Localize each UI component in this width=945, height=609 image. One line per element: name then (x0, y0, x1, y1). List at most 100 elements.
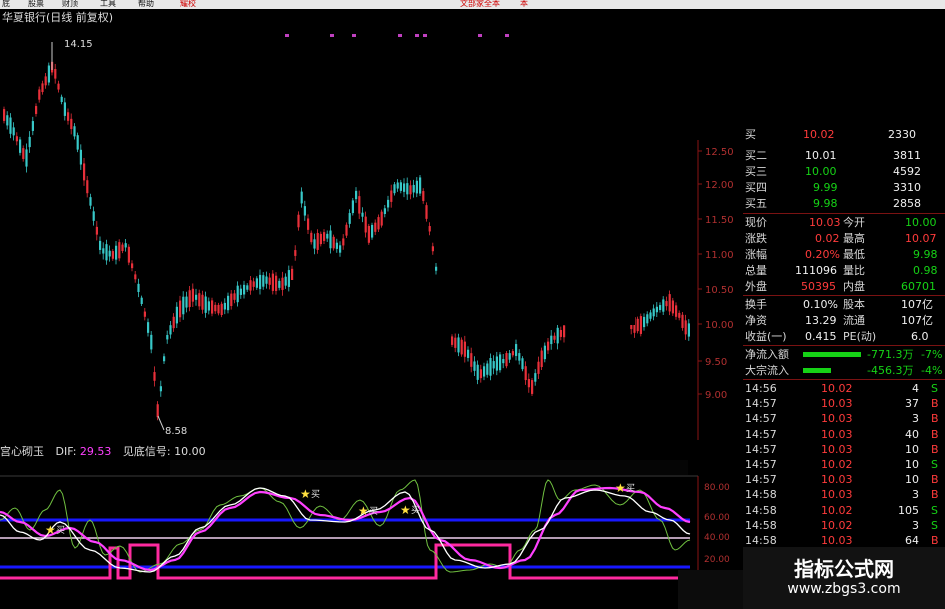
candle-body (169, 325, 172, 335)
candle-body (665, 301, 668, 307)
candle-body (9, 117, 12, 134)
candle-body (671, 300, 674, 314)
candle-body (361, 212, 364, 217)
tick-vol: 3 (912, 412, 919, 426)
separator (743, 213, 945, 214)
candle-body (47, 65, 50, 83)
menu-item-4[interactable]: 帮助 (138, 0, 154, 8)
tick-side: B (931, 412, 939, 426)
menu-right-text[interactable]: 文部家全本 (460, 0, 500, 8)
candle-body (431, 246, 434, 252)
candle-body (166, 335, 169, 340)
tick-price: 10.03 (821, 442, 853, 456)
tick-row[interactable]: 14:57 10.03 37 B (743, 396, 945, 411)
bid-row-4[interactable]: 买四 9.99 3310 (743, 180, 945, 195)
candle-body (348, 213, 351, 224)
buy-marker-label: 买 (311, 489, 320, 500)
tick-row[interactable]: 14:57 10.03 3 B (743, 411, 945, 426)
candle-body (396, 182, 399, 189)
price-tick-label: 10.00 (705, 320, 734, 331)
candlestick-chart[interactable]: 12.50 12.00 11.50 11.00 10.50 10.00 9.50 9.00 1… (0, 20, 743, 440)
candle-body (25, 149, 28, 167)
candle-body (121, 244, 124, 251)
menu-item-5[interactable]: 耀校 (180, 0, 196, 8)
candle-body (191, 288, 194, 302)
candle-body (550, 335, 553, 345)
indicator-name[interactable]: 宫心砌玉 (0, 445, 44, 458)
candle-body (537, 361, 540, 374)
menu-item-3[interactable]: 工具 (100, 0, 116, 8)
candle-body (425, 205, 428, 219)
tick-price: 10.03 (821, 534, 853, 547)
candle-body (636, 318, 639, 332)
bid-row-2[interactable]: 买二 10.01 3811 (743, 148, 945, 163)
candle-body (451, 336, 454, 345)
candle-body (399, 182, 402, 191)
candle-body (265, 276, 268, 284)
candle-body (412, 184, 415, 193)
candle-body (83, 163, 86, 181)
candle-body (643, 316, 646, 328)
tick-side: S (931, 503, 938, 517)
flow-row-1: 大宗流入 -456.3万 -4% (745, 364, 943, 377)
tick-vol: 105 (898, 503, 919, 517)
signal-step-line (0, 543, 690, 580)
flow-bar (803, 352, 861, 357)
bid-row-3[interactable]: 买三 10.00 4592 (743, 164, 945, 179)
fast-indicator-line (0, 487, 691, 573)
candle-body (364, 216, 367, 233)
candle-body (652, 308, 655, 317)
tick-row[interactable]: 14:58 10.03 3 B (743, 487, 945, 502)
candle-body (540, 350, 543, 368)
candle-body (393, 184, 396, 194)
tick-time: 14:56 (745, 382, 777, 395)
price-tick-label: 9.00 (705, 390, 727, 401)
candle-body (377, 217, 380, 230)
candle-body (655, 306, 658, 313)
tick-row[interactable]: 14:57 10.03 40 B (743, 427, 945, 442)
candle-body (502, 358, 505, 364)
candle-body (92, 211, 95, 221)
candle-body (185, 296, 188, 308)
tick-time: 14:57 (745, 427, 777, 441)
bid-row-5[interactable]: 买五 9.98 2858 (743, 196, 945, 211)
candle-body (297, 214, 300, 228)
candle-body (639, 316, 642, 334)
candle-body (681, 314, 684, 328)
candle-body (182, 296, 185, 315)
candle-body (252, 281, 255, 287)
candle-body (198, 293, 201, 307)
dif-value: 29.53 (79, 445, 112, 458)
candle-body (495, 356, 498, 371)
menu-right-char[interactable]: 本 (520, 0, 528, 8)
candle-body (351, 200, 354, 214)
menu-item-1[interactable]: 股票 (28, 0, 44, 8)
menu-item-0[interactable]: 底 (2, 0, 10, 8)
candle-body (127, 246, 130, 263)
quote-row-1: 涨跌 0.02 最高 10.07 (745, 232, 937, 245)
tick-row[interactable]: 14:57 10.02 10 S (743, 457, 945, 472)
quote-row-2: 涨幅 0.20% 最低 9.98 (745, 248, 938, 261)
tick-row[interactable]: 14:58 10.02 105 S (743, 503, 945, 518)
candle-body (515, 344, 518, 356)
indicator-chart[interactable]: ★ 买★ 买★ 买 ★ 买★ 买 80.0060.0040.0020.00 (0, 460, 743, 609)
dif-label: DIF: (55, 445, 77, 458)
candle-body (473, 361, 476, 371)
tick-row[interactable]: 14:58 10.02 3 S (743, 518, 945, 533)
buy-marker-label: 买 (411, 505, 420, 516)
candle-body (79, 149, 82, 165)
candle-body (460, 339, 463, 355)
menu-item-2[interactable]: 财顶 (62, 0, 78, 8)
candle-body (534, 373, 537, 382)
candle-body (233, 293, 236, 300)
tick-row[interactable]: 14:57 10.03 10 B (743, 442, 945, 457)
candle-body (511, 351, 514, 356)
candle-body (6, 115, 9, 126)
indicator-tick-label: 40.00 (704, 533, 730, 543)
quote-row-3: 总量 111096 量比 0.98 (745, 264, 938, 277)
tick-row[interactable]: 14:57 10.03 10 B (743, 472, 945, 487)
tick-row[interactable]: 14:56 10.02 4 S (743, 381, 945, 396)
tick-time: 14:58 (745, 488, 777, 502)
tick-row[interactable]: 14:58 10.03 64 B (743, 533, 945, 548)
candle-body (223, 302, 226, 310)
